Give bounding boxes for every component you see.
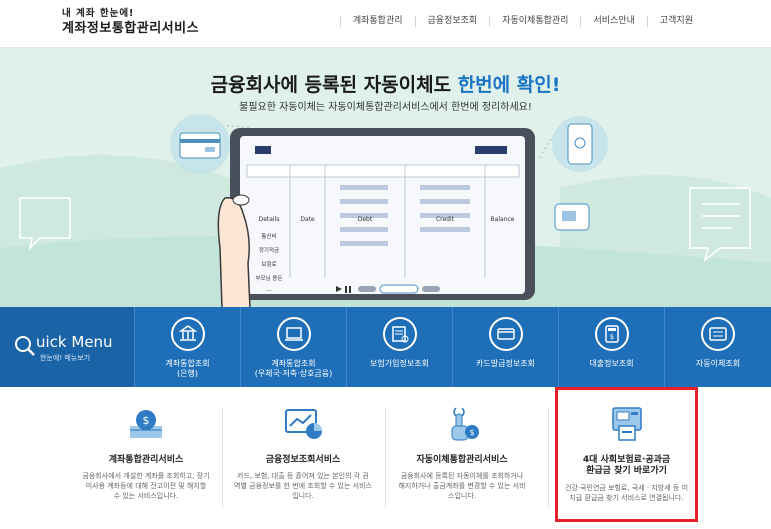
site-header: 내 계좌 한눈에! 계좌정보통합관리서비스 계좌통합관리 금융정보조회 자동이체… [0,0,771,48]
service-auto-transfer[interactable]: $ 자동이체통합관리서비스 금융회사에 등록된 자동이체를 조회하거나 해지하거… [392,400,532,520]
global-nav: 계좌통합관리 금융정보조회 자동이체통합관리 서비스안내 고객지원 [339,16,705,27]
table-header: Credit [435,216,455,223]
highlight-box [555,387,698,522]
service-title: 금융정보조회서비스 [265,455,341,465]
service-title: 자동이체통합관리서비스 [416,455,508,465]
table-row-label: 부모님 용돈 [255,276,283,282]
nav-auto-transfer[interactable]: 자동이체통합관리 [489,16,580,27]
service-description: 금융회사에 등록된 자동이체를 조회하거나 해지하거나 출금계좌를 변경할 수 … [398,472,526,500]
quick-menu-label: uick Menu 한눈에! 메뉴보기 [0,307,134,387]
insurance-doc-icon [382,317,417,351]
service-description: 카드, 보험, 대출 등 흩어져 있는 본인의 각 권역별 금융정보를 한 번에… [234,472,372,500]
table-header: Details [258,216,280,223]
quick-menu-bank-account[interactable]: 계좌통합조회 (은행) [134,307,240,387]
quick-menu-sub-text: (은행) [177,369,198,378]
quick-menu-subtitle: 한눈에! 메뉴보기 [40,354,91,362]
quick-menu-auto-transfer[interactable]: 자동이체조회 [664,307,771,387]
service-divider [548,408,549,508]
quick-menu-title: uick Menu [36,333,113,351]
table-header: Balance [490,216,515,223]
quick-menu-sub-text: (우체국·저축·상호금융) [254,369,333,378]
table-header: Debt [357,216,373,223]
site-logo[interactable]: 내 계좌 한눈에! 계좌정보통합관리서비스 [62,9,199,35]
calculator-icon: $ [594,317,629,351]
quick-menu-label-text: 계좌통합조회 [271,359,316,368]
quick-menu-label-text: 카드발급정보조회 [476,359,535,368]
quick-menu-loan[interactable]: $ 대출정보조회 [558,307,664,387]
phone-bubble-icon [552,116,608,172]
card-bubble-icon [170,114,230,174]
svg-text:$: $ [469,428,474,437]
service-divider [222,408,223,508]
table-row-label: ... [266,286,272,293]
quick-menu-label-text: 계좌통합조회 [165,359,210,368]
table-row-label: 통신비 [261,234,277,240]
chart-monitor-icon [283,404,323,444]
table-row-label: 정기적금 [258,248,280,254]
svg-text:$: $ [609,333,613,341]
logo-name: 계좌정보통합관리서비스 [62,20,200,36]
nav-customer-support[interactable]: 고객지원 [646,16,705,27]
service-financial-info[interactable]: 금융정보조회서비스 카드, 보험, 대출 등 흩어져 있는 본인의 각 권역별 … [228,400,378,520]
table-row-label: 보험료 [261,262,277,268]
svg-text:$: $ [143,414,150,427]
service-account-management[interactable]: $ 계좌통합관리서비스 금융회사에서 개설한 계좌를 조회하고, 장기 미사용 … [76,400,216,520]
nav-account-management[interactable]: 계좌통합관리 [339,16,415,27]
card-icon [488,317,523,351]
laptop-icon [276,317,311,351]
quick-menu-insurance[interactable]: 보험가입정보조회 [346,307,452,387]
money-bag-icon: $ [126,404,166,444]
logo-tagline: 내 계좌 한눈에! [62,8,135,19]
bank-icon [170,317,205,351]
service-description: 금융회사에서 개설한 계좌를 조회하고, 장기 미사용 계좌등에 대해 잔고이전… [82,472,210,500]
nav-service-guide[interactable]: 서비스안내 [580,16,646,27]
quick-menu: uick Menu 한눈에! 메뉴보기 계좌통합조회 (은행) 계좌통합조회 (우체… [0,307,771,387]
service-title: 계좌통합관리서비스 [108,455,184,465]
touch-coin-icon: $ [442,404,482,444]
magnifier-icon [15,336,35,356]
quick-menu-label-text: 보험가입정보조회 [370,359,429,368]
table-header: Date [300,216,315,223]
quick-menu-label-text: 대출정보조회 [589,359,634,368]
hero-banner[interactable]: 금융회사에 등록된 자동이체도 한번에 확인! 불필요한 자동이체는 자동이체통… [0,48,771,308]
hero-illustration [0,114,771,308]
service-divider [385,408,386,508]
quick-menu-card[interactable]: 카드발급정보조회 [452,307,558,387]
nav-financial-info[interactable]: 금융정보조회 [414,16,490,27]
auto-transfer-icon [701,317,735,351]
quick-menu-label-text: 자동이체조회 [695,359,741,368]
quick-menu-post-savings-account[interactable]: 계좌통합조회 (우체국·저축·상호금융) [240,307,346,387]
